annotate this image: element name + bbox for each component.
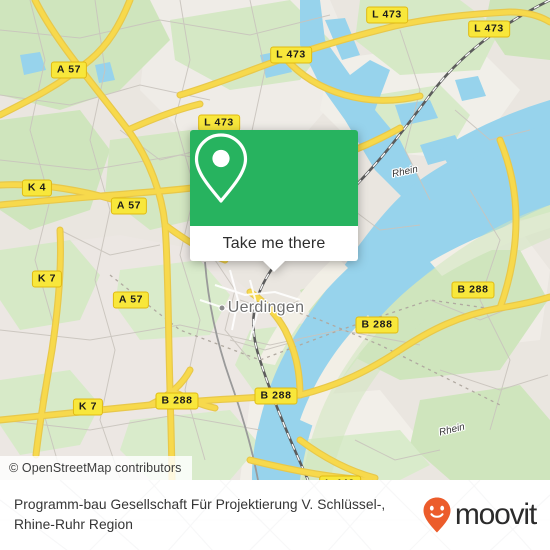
map-pin-icon: [194, 133, 248, 203]
road-shield: K 7: [31, 270, 63, 288]
moovit-map-page: A 57 K 4 A 57 K 7 A 57 K 7 B 288 B 288 B 288 B 28…: [0, 0, 550, 550]
popup-card-body: [190, 130, 358, 226]
road-shield: B 288: [155, 392, 199, 410]
road-shield: B 288: [355, 316, 399, 334]
road-shield: A 57: [112, 291, 150, 309]
page-footer: Programm-bau Gesellschaft Für Projektier…: [0, 480, 550, 550]
map-canvas[interactable]: A 57 K 4 A 57 K 7 A 57 K 7 B 288 B 288 B 288 B 28…: [0, 0, 550, 480]
place-title: Programm-bau Gesellschaft Für Projektier…: [14, 497, 386, 532]
road-shield: L 473: [270, 46, 312, 64]
road-shield: K 7: [72, 398, 104, 416]
popup-card-footer[interactable]: Take me there: [190, 226, 358, 272]
popup-tail: [263, 261, 285, 272]
map-attribution[interactable]: © OpenStreetMap contributors: [0, 456, 192, 480]
road-shield: L 473: [468, 20, 510, 38]
road-shield: K 4: [21, 179, 53, 197]
place-label: Uerdingen: [227, 299, 305, 316]
attribution-text: © OpenStreetMap contributors: [9, 461, 182, 475]
moovit-wordmark: moovit: [454, 498, 537, 531]
destination-popup-card[interactable]: Take me there: [190, 130, 358, 272]
place-dot: [218, 304, 226, 312]
moovit-smiley-pin-icon: [423, 497, 451, 533]
road-shield: B 288: [254, 387, 298, 405]
moovit-logo[interactable]: moovit: [422, 496, 537, 534]
road-shield: B 288: [451, 281, 495, 299]
take-me-there-label: Take me there: [222, 234, 326, 252]
road-shield: A 57: [110, 197, 148, 215]
footer-content: Programm-bau Gesellschaft Für Projektier…: [0, 480, 550, 550]
road-shield: A 57: [50, 61, 88, 79]
road-shield: L 473: [198, 114, 240, 132]
road-shield: L 473: [366, 6, 408, 24]
